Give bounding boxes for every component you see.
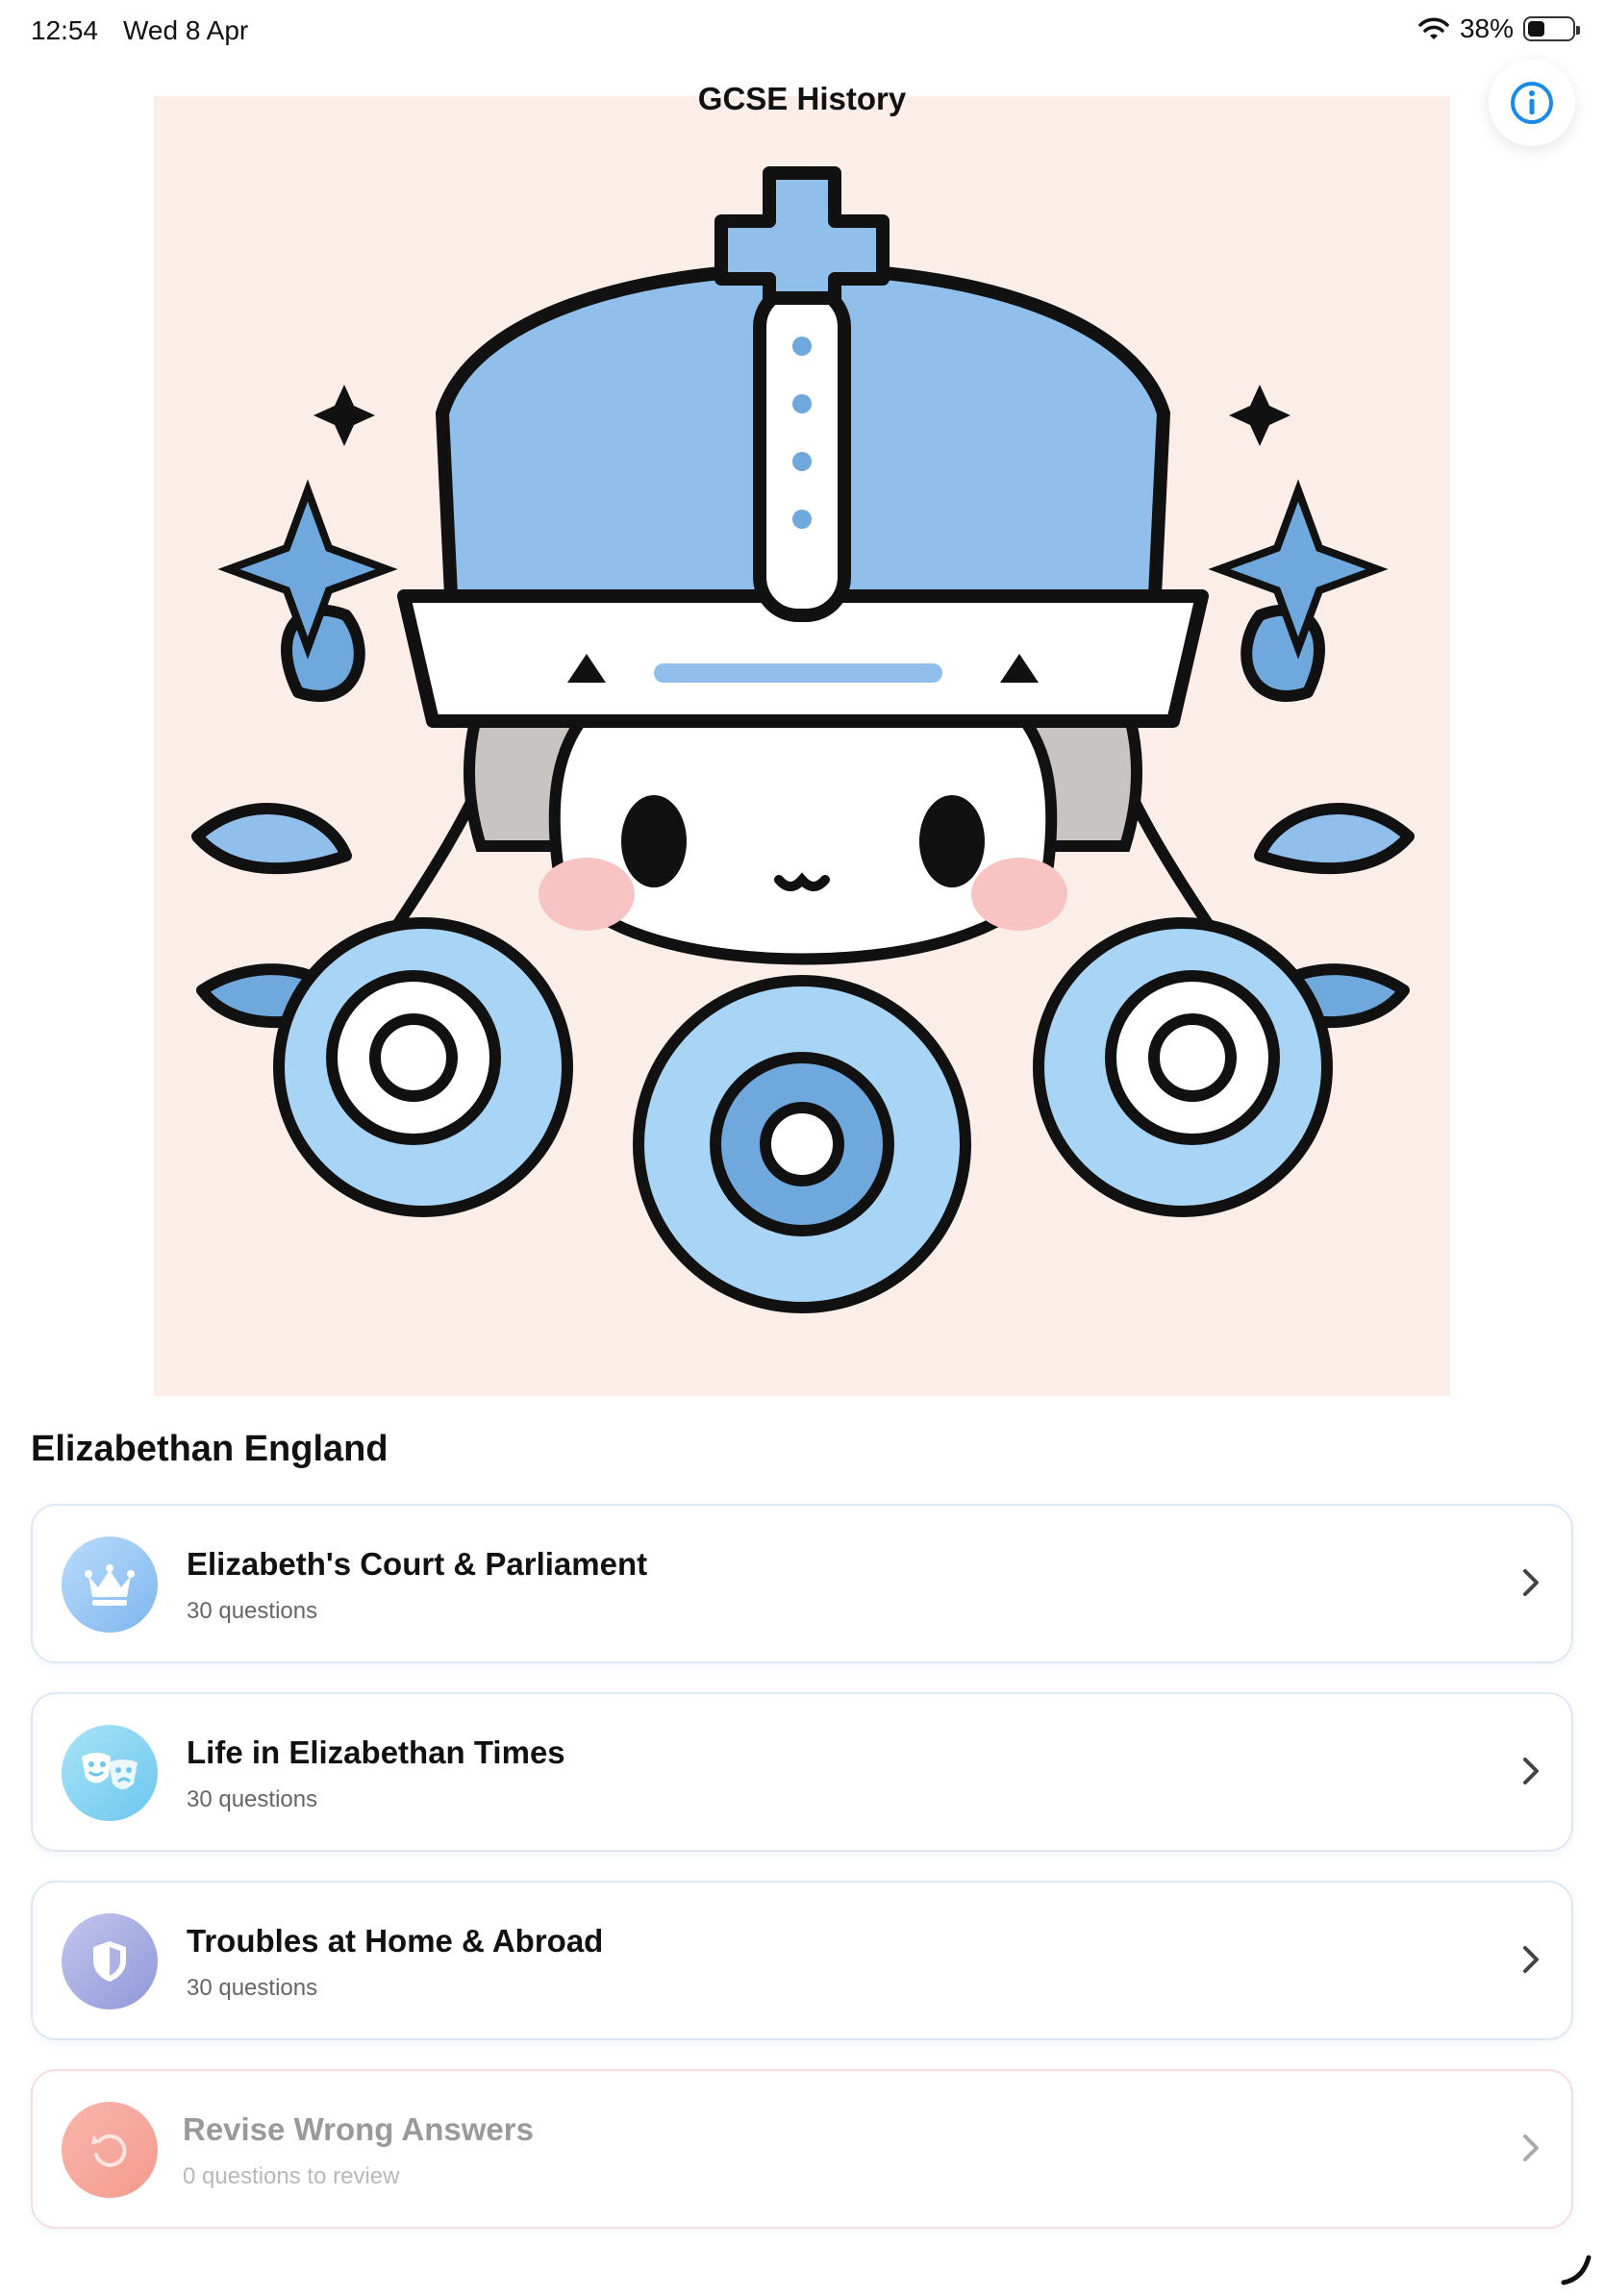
queen-crown-illustration bbox=[191, 166, 1415, 1313]
topic-card-life-elizabethan-times[interactable]: Life in Elizabethan Times 30 questions bbox=[31, 1692, 1573, 1852]
status-date: Wed 8 Apr bbox=[123, 15, 249, 45]
topic-title: Elizabeth's Court & Parliament bbox=[187, 1546, 648, 1582]
topic-question-count: 30 questions bbox=[187, 1975, 318, 2001]
topic-card-court-parliament[interactable]: Elizabeth's Court & Parliament 30 questi… bbox=[31, 1504, 1573, 1663]
theater-masks-icon bbox=[62, 1725, 158, 1821]
info-button[interactable] bbox=[1489, 60, 1575, 146]
chevron-right-icon bbox=[1523, 1758, 1539, 1784]
topic-question-count: 30 questions bbox=[187, 1786, 318, 1812]
battery-percent: 38% bbox=[1459, 13, 1514, 43]
loading-spinner-icon bbox=[1561, 2255, 1591, 2285]
section-title: Elizabethan England bbox=[31, 1429, 388, 1469]
battery-icon bbox=[1523, 16, 1580, 41]
revise-wrong-answers-card[interactable]: Revise Wrong Answers 0 questions to revi… bbox=[31, 2069, 1573, 2229]
shield-icon bbox=[62, 1913, 158, 2009]
topic-question-count: 30 questions bbox=[187, 1598, 318, 1624]
info-icon bbox=[1511, 82, 1553, 124]
topic-title: Life in Elizabethan Times bbox=[187, 1734, 565, 1770]
topic-card-troubles-home-abroad[interactable]: Troubles at Home & Abroad 30 questions bbox=[31, 1881, 1573, 2040]
hero-illustration bbox=[154, 96, 1450, 1396]
undo-icon bbox=[62, 2102, 158, 2198]
crown-icon bbox=[62, 1536, 158, 1633]
battery-level bbox=[1528, 21, 1544, 37]
status-time: 12:54 bbox=[31, 15, 99, 45]
chevron-right-icon bbox=[1523, 1569, 1539, 1596]
page-title: GCSE History bbox=[697, 81, 907, 116]
topic-title: Troubles at Home & Abroad bbox=[187, 1923, 604, 1959]
revise-title: Revise Wrong Answers bbox=[183, 2111, 534, 2147]
revise-count: 0 questions to review bbox=[183, 2163, 400, 2189]
status-indicators: 38% bbox=[1417, 13, 1580, 44]
status-bar: 12:54 Wed 8 Apr 38% bbox=[0, 0, 1604, 60]
wifi-icon bbox=[1418, 17, 1449, 39]
chevron-right-icon bbox=[1523, 1946, 1539, 1973]
chevron-right-icon bbox=[1523, 2134, 1539, 2161]
